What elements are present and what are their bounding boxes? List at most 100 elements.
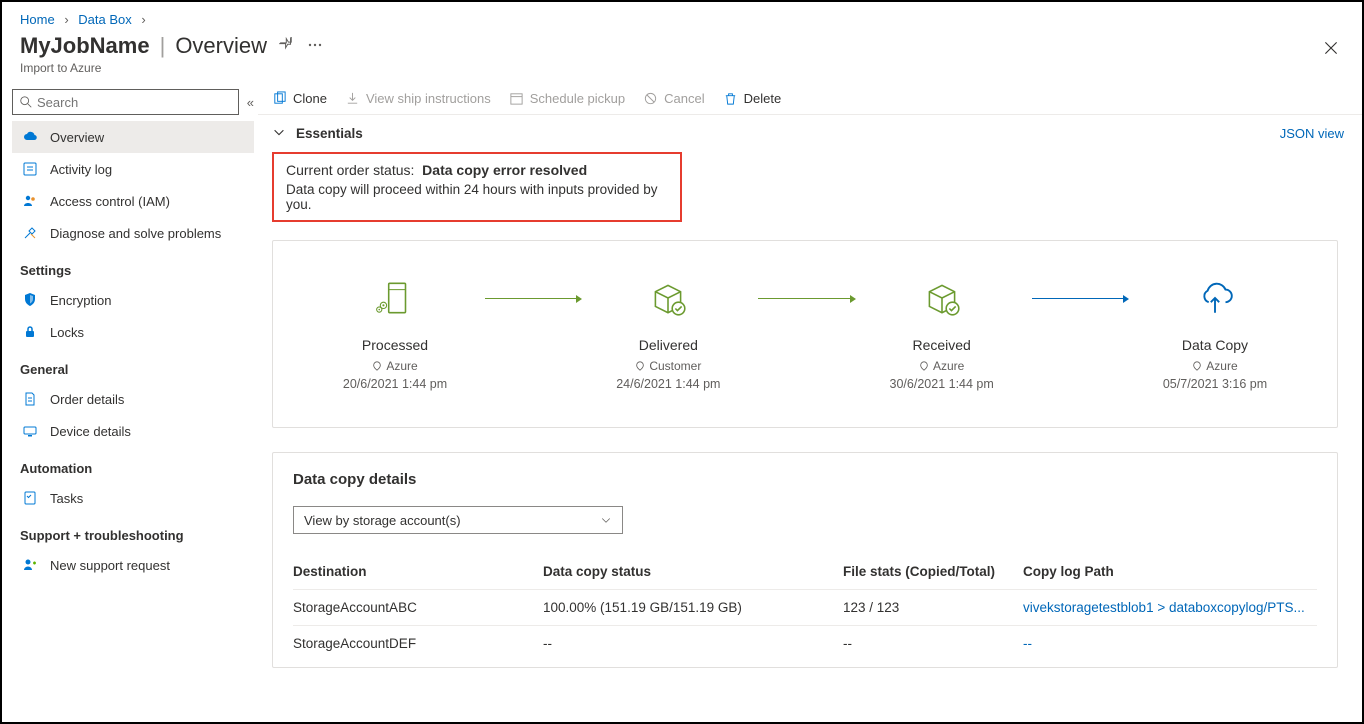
workflow-stages: Processed Azure 20/6/2021 1:44 pm Delive… — [272, 240, 1338, 428]
cloud-upload-icon — [1194, 277, 1236, 319]
cell-status: -- — [543, 626, 843, 662]
lock-icon — [20, 324, 40, 340]
box-check-icon — [921, 277, 963, 319]
stage-datetime: 30/6/2021 1:44 pm — [890, 377, 994, 391]
status-callout: Current order status: Data copy error re… — [272, 152, 682, 222]
search-icon — [19, 95, 33, 109]
sidebar-item-label: Device details — [50, 424, 131, 439]
location-icon — [372, 361, 382, 371]
sidebar-item-overview[interactable]: Overview — [12, 121, 254, 153]
sidebar-item-device-details[interactable]: Device details — [12, 415, 254, 447]
sidebar-group-support: Support + troubleshooting — [12, 514, 254, 549]
delete-button[interactable]: Delete — [723, 91, 782, 106]
sidebar-item-locks[interactable]: Locks — [12, 316, 254, 348]
stage-datetime: 20/6/2021 1:44 pm — [343, 377, 447, 391]
sidebar-item-diagnose[interactable]: Diagnose and solve problems — [12, 217, 254, 249]
status-prefix: Current order status: — [286, 162, 414, 178]
cancel-icon — [643, 91, 658, 106]
cell-logpath-link[interactable]: vivekstoragetestblob1 > databoxcopylog/P… — [1023, 590, 1317, 626]
sidebar-group-settings: Settings — [12, 249, 254, 284]
page-subtitle: Import to Azure — [2, 61, 1362, 85]
copy-details-title: Data copy details — [293, 471, 1317, 488]
sidebar-item-activity-log[interactable]: Activity log — [12, 153, 254, 185]
cell-stats: 123 / 123 — [843, 590, 1023, 626]
col-filestats: File stats (Copied/Total) — [843, 556, 1023, 590]
stage-location: Customer — [649, 359, 701, 373]
title-divider: | — [160, 33, 166, 59]
clone-icon — [272, 91, 287, 106]
location-icon — [1192, 361, 1202, 371]
status-value: Data copy error resolved — [422, 162, 587, 178]
page-title: MyJobName — [20, 33, 150, 59]
stage-datetime: 05/7/2021 3:16 pm — [1163, 377, 1267, 391]
log-icon — [20, 161, 40, 177]
sidebar-item-label: New support request — [50, 558, 170, 573]
support-icon — [20, 557, 40, 573]
copy-details-table: Destination Data copy status File stats … — [293, 556, 1317, 661]
col-status: Data copy status — [543, 556, 843, 590]
table-row: StorageAccountDEF -- -- -- — [293, 626, 1317, 662]
col-destination: Destination — [293, 556, 543, 590]
sidebar-item-label: Tasks — [50, 491, 83, 506]
sidebar-item-support-request[interactable]: New support request — [12, 549, 254, 581]
box-check-icon — [647, 277, 689, 319]
sidebar-item-label: Access control (IAM) — [50, 194, 170, 209]
stage-location: Azure — [933, 359, 964, 373]
chevron-down-icon — [600, 514, 612, 526]
tasks-icon — [20, 490, 40, 506]
calendar-icon — [509, 91, 524, 106]
stage-label: Delivered — [639, 337, 698, 353]
more-icon[interactable] — [307, 37, 323, 56]
breadcrumb: Home › Data Box › — [2, 2, 1362, 33]
breadcrumb-databox[interactable]: Data Box — [78, 12, 131, 27]
stage-label: Received — [912, 337, 970, 353]
close-button[interactable] — [1322, 39, 1340, 60]
stage-label: Data Copy — [1182, 337, 1248, 353]
page-section: Overview — [175, 33, 267, 59]
schedule-pickup-button: Schedule pickup — [509, 91, 625, 106]
clone-button[interactable]: Clone — [272, 91, 327, 106]
stage-datacopy: Data Copy Azure 05/7/2021 3:16 pm — [1125, 277, 1305, 391]
command-bar: Clone View ship instructions Schedule pi… — [258, 85, 1362, 115]
tools-icon — [20, 225, 40, 241]
button-label: Cancel — [664, 91, 704, 106]
sidebar: « Overview Activity log Access control (… — [2, 85, 258, 715]
shield-icon — [20, 292, 40, 308]
sidebar-item-encryption[interactable]: Encryption — [12, 284, 254, 316]
button-label: View ship instructions — [366, 91, 491, 106]
cell-logpath-link[interactable]: -- — [1023, 626, 1317, 662]
table-row: StorageAccountABC 100.00% (151.19 GB/151… — [293, 590, 1317, 626]
cell-destination: StorageAccountABC — [293, 590, 543, 626]
chevron-right-icon: › — [141, 12, 145, 27]
cloud-icon — [20, 129, 40, 145]
breadcrumb-home[interactable]: Home — [20, 12, 55, 27]
col-logpath: Copy log Path — [1023, 556, 1317, 590]
location-icon — [919, 361, 929, 371]
stage-label: Processed — [362, 337, 428, 353]
sidebar-item-tasks[interactable]: Tasks — [12, 482, 254, 514]
sidebar-item-access-control[interactable]: Access control (IAM) — [12, 185, 254, 217]
document-icon — [20, 391, 40, 407]
dropdown-selected: View by storage account(s) — [304, 513, 461, 528]
device-icon — [20, 423, 40, 439]
server-icon — [374, 277, 416, 319]
sidebar-item-label: Locks — [50, 325, 84, 340]
cell-status: 100.00% (151.19 GB/151.19 GB) — [543, 590, 843, 626]
sidebar-item-order-details[interactable]: Order details — [12, 383, 254, 415]
stage-location: Azure — [386, 359, 417, 373]
trash-icon — [723, 91, 738, 106]
search-input[interactable] — [12, 89, 239, 115]
json-view-link[interactable]: JSON view — [1280, 126, 1344, 141]
cancel-button: Cancel — [643, 91, 704, 106]
location-icon — [635, 361, 645, 371]
view-ship-button: View ship instructions — [345, 91, 491, 106]
sidebar-item-label: Activity log — [50, 162, 112, 177]
pin-icon[interactable] — [279, 37, 295, 56]
chevron-down-icon[interactable] — [272, 125, 286, 142]
stage-processed: Processed Azure 20/6/2021 1:44 pm — [305, 277, 485, 391]
collapse-sidebar-icon[interactable]: « — [247, 95, 254, 110]
stage-datetime: 24/6/2021 1:44 pm — [616, 377, 720, 391]
stage-delivered: Delivered Customer 24/6/2021 1:44 pm — [578, 277, 758, 391]
viewby-dropdown[interactable]: View by storage account(s) — [293, 506, 623, 534]
essentials-label: Essentials — [296, 126, 363, 141]
